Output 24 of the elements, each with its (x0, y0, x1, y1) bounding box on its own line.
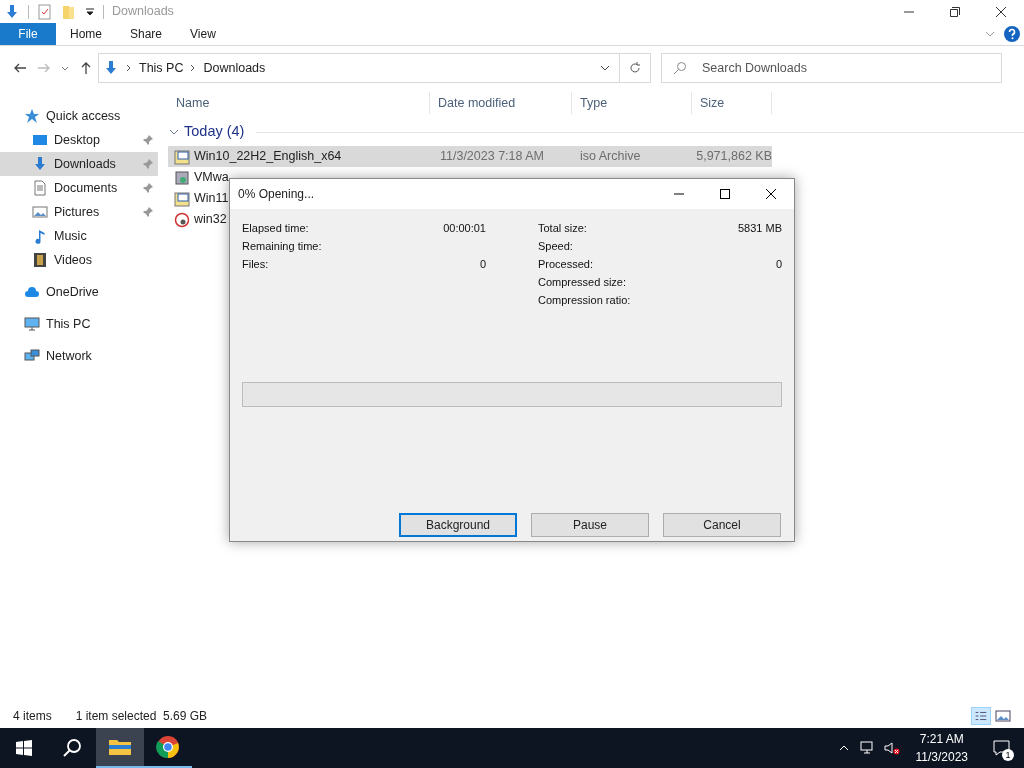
dialog-title: 0% Opening... (238, 186, 316, 203)
table-cell-text: VMwa (194, 169, 229, 187)
stat-label: Compression ratio: (538, 292, 631, 308)
item-count: 4 items (13, 708, 52, 725)
stat-value: 0 (775, 256, 782, 272)
table-cell-text: iso Archive (580, 148, 641, 166)
stat-label: Total size: (538, 220, 587, 236)
stat-label: Processed: (538, 256, 594, 272)
stat-label: Compressed size: (538, 274, 627, 290)
stat-value: 5831 MB (737, 220, 782, 236)
stat-label: Remaining time: (242, 238, 322, 254)
stat-value: 0 (479, 256, 486, 272)
table-cell-text: Win10_22H2_English_x64 (194, 148, 342, 166)
notification-count: 1 (1002, 749, 1014, 761)
stat-label: Elapsed time: (242, 220, 309, 236)
table-cell-text: 11/3/2023 7:18 AM (440, 148, 545, 166)
stat-label: Speed: (538, 238, 573, 254)
table-cell-text: win32 (194, 211, 227, 229)
stat-value: 00:00:01 (443, 220, 486, 236)
table-cell-text: Win11 (194, 190, 229, 208)
stat-label: Files: (242, 256, 269, 272)
table-cell-text: 5,971,862 KB (696, 148, 772, 166)
window-title: Downloads (112, 3, 175, 21)
selection-info: 1 item selected 5.69 GB (75, 708, 208, 725)
